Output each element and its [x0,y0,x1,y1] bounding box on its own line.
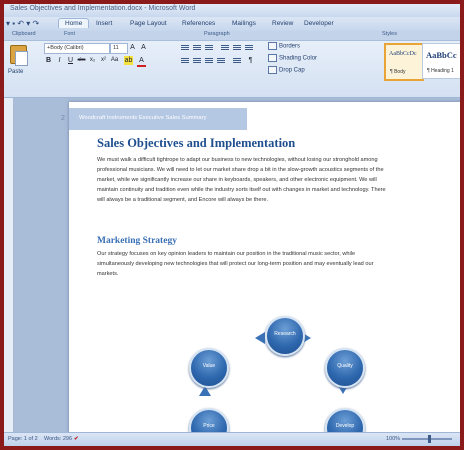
superscript-button[interactable]: x² [99,56,108,65]
change-case-button[interactable]: Aa [110,56,119,65]
group-styles-label: Styles [382,31,397,37]
ribbon-tabs: ▾ ▪ ↶ ▾ ↷ Home Insert Page Layout Refere… [4,17,460,31]
style-body[interactable]: AaBbCcDc ¶ Body [384,43,424,81]
paragraph-line: will always be a traditional segment, an… [97,197,269,203]
paragraph-line: maintain continuity and tradition even w… [97,187,386,193]
paragraph-line: professional musicians. We will need to … [97,167,384,173]
bold-button[interactable]: B [44,56,53,65]
drop-cap-button[interactable]: Drop Cap [268,66,305,74]
heading-marketing-strategy: Marketing Strategy [97,236,177,246]
document-icon [15,51,28,66]
shrink-font-button[interactable]: A [139,43,148,52]
status-words[interactable]: Words: 296 [44,436,72,442]
document-area[interactable]: 2 Woodcraft Instruments Executive Sales … [14,98,460,432]
font-size-combo[interactable]: 11 [110,43,128,54]
highlight-button[interactable]: ab [124,56,133,65]
italic-button[interactable]: I [55,56,64,65]
paragraph-line: simultaneously developing new technologi… [97,261,374,267]
font-name-combo[interactable]: +Body (Calibri) [44,43,110,54]
justify-button[interactable] [216,57,226,65]
zoom-level[interactable]: 100% [386,436,400,442]
shading-button[interactable]: Shading Color [268,54,317,62]
zoom-slider[interactable] [402,435,452,443]
grow-font-button[interactable]: A [128,43,137,52]
strikethrough-button[interactable]: abc [77,56,86,65]
header-text: Woodcraft Instruments Executive Sales Su… [79,115,207,121]
header-band: 2 Woodcraft Instruments Executive Sales … [61,108,247,130]
underline-button[interactable]: U [66,56,75,65]
tab-mailings[interactable]: Mailings [232,20,256,27]
diagram-node-value[interactable]: Value [189,348,229,388]
increase-indent-button[interactable] [232,44,242,52]
page-number: 2 [61,115,65,122]
center-button[interactable] [192,57,202,65]
align-right-button[interactable] [204,57,214,65]
title-bar: Sales Objectives and Implementation.docx… [4,4,460,18]
heading-sales-objectives: Sales Objectives and Implementation [97,136,296,150]
tab-page-layout[interactable]: Page Layout [130,20,167,27]
sort-button[interactable] [244,44,254,52]
vertical-ruler[interactable] [4,98,14,432]
drop-cap-icon [268,66,277,74]
diagram-node-research[interactable]: Research [265,316,305,356]
font-color-button[interactable]: A [137,56,146,67]
numbering-button[interactable] [192,44,202,52]
group-font-label: Font [64,31,76,37]
paste-label: Paste [8,69,24,75]
tab-developer[interactable]: Developer [304,20,334,27]
status-bar: Page: 1 of 2 Words: 296 ✔ 100% [4,432,460,446]
borders-button[interactable]: Borders [268,42,300,50]
tab-references[interactable]: References [182,20,215,27]
ribbon: Clipboard Font Paragraph Styles Paste +B… [4,31,460,98]
window-title: Sales Objectives and Implementation.docx… [10,5,196,12]
proofing-icon[interactable]: ✔ [74,436,79,442]
zoom-slider-thumb[interactable] [428,435,431,443]
style-heading-1[interactable]: AaBbCc ¶ Heading 1 [422,43,460,79]
multilevel-list-button[interactable] [204,44,214,52]
paragraph-line: markets. [97,271,119,277]
decrease-indent-button[interactable] [220,44,230,52]
line-spacing-button[interactable] [232,57,242,65]
align-left-button[interactable] [180,57,190,65]
tab-review[interactable]: Review [272,20,293,27]
paragraph-line: market, while we significantly increase … [97,177,377,183]
document-page[interactable]: 2 Woodcraft Instruments Executive Sales … [61,102,460,432]
show-marks-button[interactable]: ¶ [246,56,255,65]
shading-icon [268,54,277,62]
style-heading-name: ¶ Heading 1 [427,68,454,74]
group-paragraph-label: Paragraph [204,31,230,37]
paragraph-line: We must walk a difficult tightrope to ad… [97,157,378,163]
style-body-sample: AaBbCcDc [389,51,417,57]
subscript-button[interactable]: x₂ [88,56,97,65]
tab-insert[interactable]: Insert [96,20,112,27]
diagram-node-quality[interactable]: Quality [325,348,365,388]
paragraph-line: Our strategy focuses on key opinion lead… [97,251,356,257]
arrow-icon [255,332,265,344]
status-page[interactable]: Page: 1 of 2 [8,436,38,442]
quick-access-toolbar[interactable]: ▾ ▪ ↶ ▾ ↷ [6,19,39,28]
borders-icon [268,42,277,50]
tab-home[interactable]: Home [58,18,90,28]
style-body-name: ¶ Body [390,69,406,75]
bullets-button[interactable] [180,44,190,52]
style-heading-sample: AaBbCc [426,50,457,60]
group-clipboard-label: Clipboard [12,31,36,37]
smartart-cycle-diagram[interactable]: Research Quality Develop Price Value [169,298,379,432]
paste-button[interactable]: Paste [8,43,28,79]
word-window: Sales Objectives and Implementation.docx… [4,4,460,446]
